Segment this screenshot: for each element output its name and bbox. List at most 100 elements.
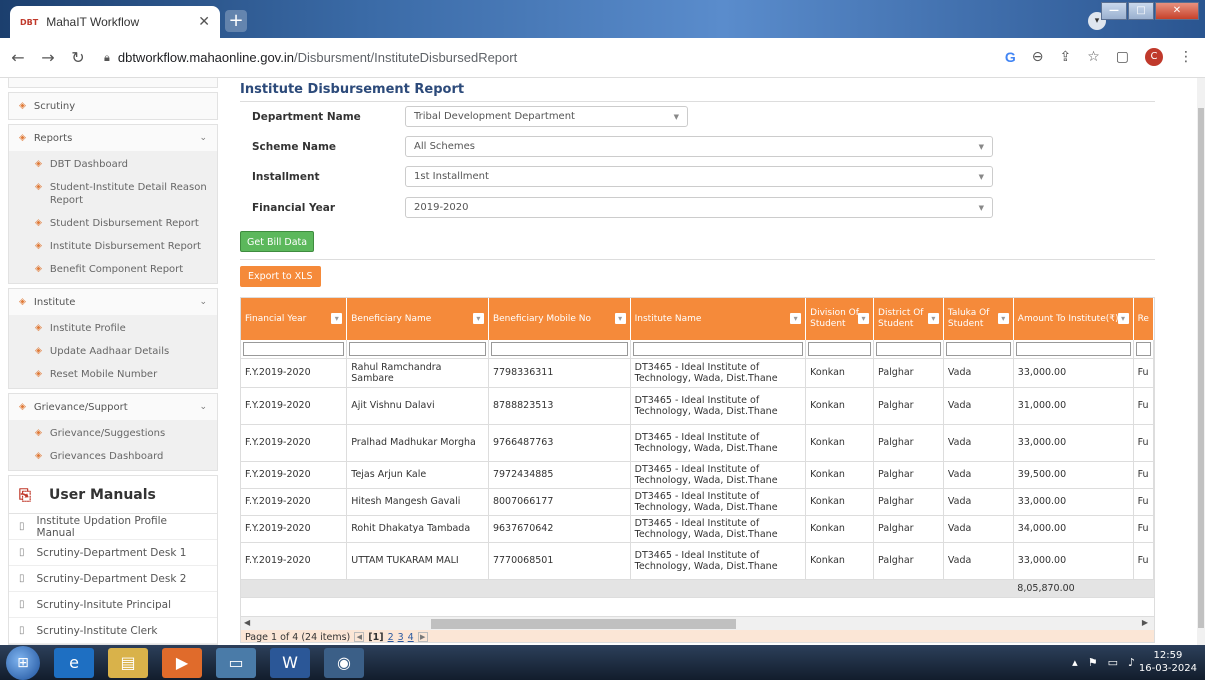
sidebar-item-institute[interactable]: ◈ Institute ⌄ xyxy=(9,289,217,315)
scroll-left-icon[interactable]: ◀ xyxy=(244,618,250,627)
bookmark-star-icon[interactable]: ☆ xyxy=(1087,49,1100,65)
share-icon[interactable]: ⇪ xyxy=(1059,49,1071,65)
start-button[interactable]: ⊞ xyxy=(6,645,40,680)
display-icon[interactable]: ▭ xyxy=(1108,656,1118,669)
prev-page-icon[interactable]: ◀ xyxy=(354,632,365,642)
profile-avatar[interactable]: C xyxy=(1145,48,1163,66)
sidebar-item-institute-disbursement[interactable]: ◈ Institute Disbursement Report xyxy=(9,235,217,258)
filter-input[interactable] xyxy=(1135,341,1151,356)
next-page-icon[interactable]: ▶ xyxy=(417,632,428,642)
menu-icon[interactable]: ⋮ xyxy=(1179,49,1193,65)
filter-icon[interactable]: ▾ xyxy=(472,313,484,324)
clock[interactable]: 12:59 16-03-2024 xyxy=(1139,649,1197,675)
manual-link[interactable]: ▯ Scrutiny-Insitute Principal xyxy=(9,592,217,618)
filter-input[interactable] xyxy=(808,341,872,356)
dropdown-arrow-icon: ▼ xyxy=(673,112,679,121)
back-icon[interactable]: ← xyxy=(6,48,30,67)
table-row[interactable]: F.Y.2019-2020 UTTAM TUKARAM MALI 777006850… xyxy=(241,542,1154,580)
col-institute-name[interactable]: Institute Name ▾ xyxy=(630,298,807,340)
col-amount[interactable]: Amount To Institute(₹) ▾ xyxy=(1013,298,1134,340)
minimize-button[interactable]: — xyxy=(1101,2,1127,20)
close-tab-icon[interactable]: ✕ xyxy=(198,14,210,30)
filter-icon[interactable]: ▾ xyxy=(858,313,870,324)
filter-icon[interactable]: ▾ xyxy=(1117,313,1129,324)
filter-icon[interactable]: ▾ xyxy=(997,313,1009,324)
filter-icon[interactable]: ▾ xyxy=(927,313,939,324)
filter-input[interactable] xyxy=(1015,341,1131,356)
col-beneficiary-name[interactable]: Beneficiary Name ▾ xyxy=(346,298,489,340)
page-link[interactable]: 3 xyxy=(398,632,404,643)
manual-link[interactable]: ▯ Scrutiny-Department Desk 1 xyxy=(9,540,217,566)
url-field[interactable]: dbtworkflow.mahaonline.gov.in/Disbursmen… xyxy=(118,50,517,65)
col-remarks[interactable]: Re xyxy=(1133,298,1154,340)
filter-input[interactable] xyxy=(945,341,1011,356)
internet-explorer-icon[interactable]: e xyxy=(54,647,94,678)
horizontal-scrollbar[interactable]: ◀ ▶ xyxy=(241,616,1154,630)
page-link[interactable]: 4 xyxy=(408,632,414,643)
maximize-button[interactable]: □ xyxy=(1128,2,1154,20)
sidebar-item-update-aadhaar[interactable]: ◈ Update Aadhaar Details xyxy=(9,340,217,363)
sidebar-item-grievances-dashboard[interactable]: ◈ Grievances Dashboard xyxy=(9,445,217,468)
sidebar-item-student-disbursement[interactable]: ◈ Student Disbursement Report xyxy=(9,212,217,235)
department-select[interactable]: Tribal Development Department ▼ xyxy=(405,106,688,127)
scroll-thumb[interactable] xyxy=(431,619,736,629)
scroll-right-icon[interactable]: ▶ xyxy=(1142,618,1148,627)
tray-arrow-icon[interactable]: ▴ xyxy=(1072,656,1078,669)
sidebar-item-grievance[interactable]: ◈ Grievance/Support ⌄ xyxy=(9,394,217,420)
sidebar-item-institute-profile[interactable]: ◈ Institute Profile xyxy=(9,317,217,340)
installment-select[interactable]: 1st Installment ▼ xyxy=(405,166,993,187)
table-row[interactable]: F.Y.2019-2020 Hitesh Mangesh Gavali 800706… xyxy=(241,488,1154,516)
side-panel-icon[interactable]: ▢ xyxy=(1116,49,1129,65)
file-explorer-icon[interactable]: ▤ xyxy=(108,647,148,678)
volume-muted-icon[interactable]: ♪ xyxy=(1128,656,1135,669)
sidebar-item-benefit-component[interactable]: ◈ Benefit Component Report xyxy=(9,258,217,281)
browser-tab[interactable]: DBT MahaIT Workflow ✕ xyxy=(10,6,220,38)
page-scrollbar[interactable] xyxy=(1197,78,1205,645)
table-row[interactable]: F.Y.2019-2020 Rohit Dhakatya Tambada 96376… xyxy=(241,515,1154,543)
table-row[interactable]: F.Y.2019-2020 Tejas Arjun Kale 7972434885 D… xyxy=(241,461,1154,489)
table-row[interactable]: F.Y.2019-2020 Ajit Vishnu Dalavi 878882351… xyxy=(241,387,1154,425)
media-player-icon[interactable]: ▶ xyxy=(162,647,202,678)
filter-icon[interactable]: ▾ xyxy=(331,313,343,324)
page-link[interactable]: 2 xyxy=(388,632,394,643)
zoom-icon[interactable]: ⊖ xyxy=(1032,49,1044,65)
remote-desktop-icon[interactable]: ▭ xyxy=(216,647,256,678)
filter-input[interactable] xyxy=(876,341,941,356)
table-row[interactable]: F.Y.2019-2020 Rahul Ramchandra Sambare 779… xyxy=(241,358,1154,388)
col-district[interactable]: District Of Student ▾ xyxy=(873,298,944,340)
lock-icon[interactable]: 🔒︎ xyxy=(104,51,110,65)
col-division[interactable]: Division Of Student ▾ xyxy=(805,298,875,340)
filter-input[interactable] xyxy=(632,341,804,356)
sidebar-item-reset-mobile[interactable]: ◈ Reset Mobile Number xyxy=(9,363,217,386)
reload-icon[interactable]: ↻ xyxy=(66,48,90,67)
close-window-button[interactable]: ✕ xyxy=(1155,2,1199,20)
new-tab-button[interactable]: + xyxy=(225,10,247,32)
forward-icon[interactable]: → xyxy=(36,48,60,67)
sidebar-item-dbt-dashboard[interactable]: ◈ DBT Dashboard xyxy=(9,153,217,176)
filter-icon[interactable]: ▾ xyxy=(790,313,802,324)
network-icon[interactable]: ⚑ xyxy=(1088,656,1098,669)
google-icon[interactable]: G xyxy=(1005,49,1016,65)
filter-input[interactable] xyxy=(490,341,628,356)
manual-link[interactable]: ▯ Scrutiny-Department Desk 2 xyxy=(9,566,217,592)
scheme-select[interactable]: All Schemes ▼ xyxy=(405,136,993,157)
manual-link[interactable]: ▯ Scrutiny-Institute Clerk xyxy=(9,618,217,644)
sidebar-item-scrutiny[interactable]: ◈ Scrutiny xyxy=(8,92,218,120)
filter-input[interactable] xyxy=(349,341,486,356)
get-bill-data-button[interactable]: Get Bill Data xyxy=(240,231,315,252)
chrome-icon[interactable]: ◉ xyxy=(324,647,364,678)
word-icon[interactable]: W xyxy=(270,647,310,678)
page-scroll-thumb[interactable] xyxy=(1198,108,1204,628)
filter-icon[interactable]: ▾ xyxy=(614,313,626,324)
filter-input[interactable] xyxy=(243,341,345,356)
col-beneficiary-mobile[interactable]: Beneficiary Mobile No ▾ xyxy=(488,298,631,340)
manual-link[interactable]: ▯ Institute Updation Profile Manual xyxy=(9,514,217,540)
table-row[interactable]: F.Y.2019-2020 Pralhad Madhukar Morgha 9766… xyxy=(241,424,1154,462)
col-financial-year[interactable]: Financial Year ▾ xyxy=(241,298,348,340)
sidebar-item-grievance-suggestions[interactable]: ◈ Grievance/Suggestions xyxy=(9,422,217,445)
year-select[interactable]: 2019-2020 ▼ xyxy=(405,197,993,218)
col-taluka[interactable]: Taluka Of Student ▾ xyxy=(943,298,1014,340)
sidebar-item-student-institute-detail[interactable]: ◈ Student-Institute Detail Reason Report xyxy=(9,176,217,212)
sidebar-item-reports[interactable]: ◈ Reports ⌄ xyxy=(9,125,217,151)
export-xls-button[interactable]: Export to XLS xyxy=(240,266,321,287)
